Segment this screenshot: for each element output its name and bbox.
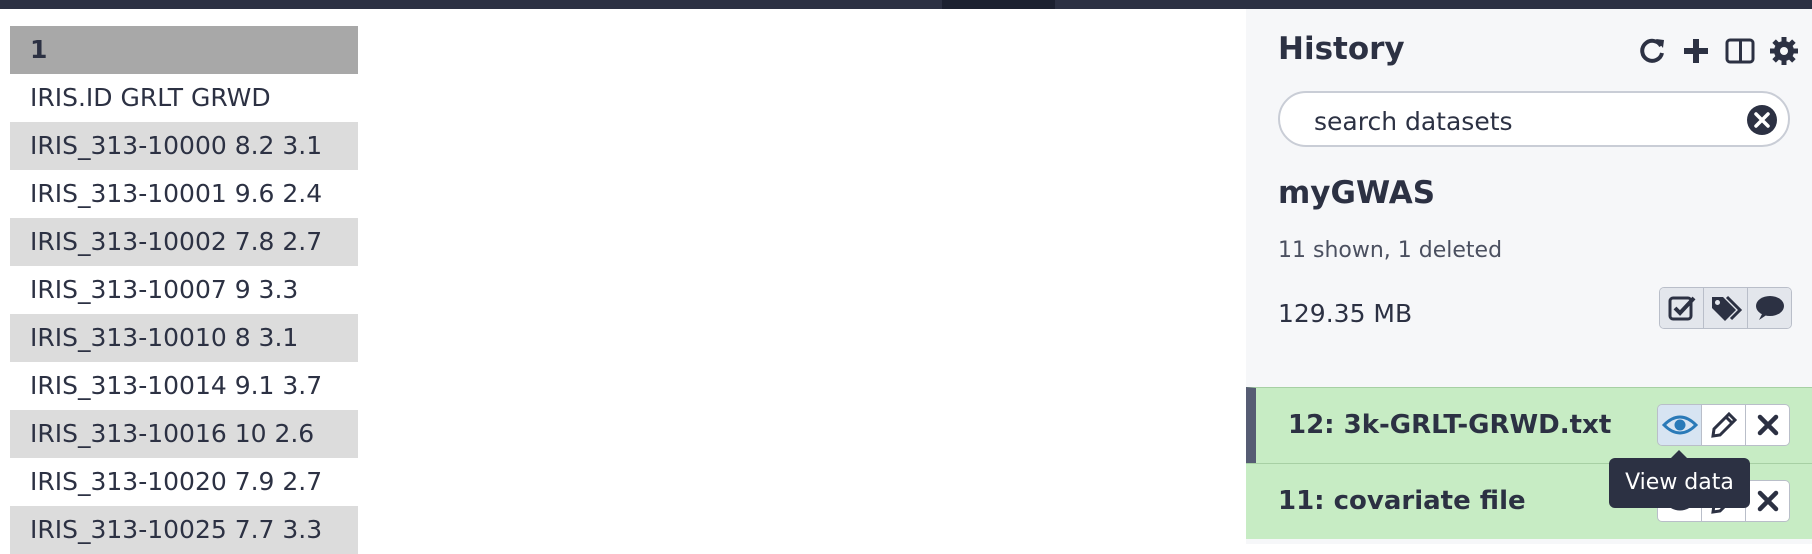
history-counts: 11 shown, 1 deleted	[1278, 238, 1503, 263]
table-row: IRIS_313-10020 7.9 2.7	[30, 467, 323, 496]
columns-icon[interactable]	[1724, 35, 1756, 67]
annotation-icon[interactable]	[1748, 288, 1791, 328]
table-row: IRIS_313-10010 8 3.1	[10, 314, 358, 362]
table-row: IRIS.ID GRLT GRWD	[30, 83, 271, 112]
table-header: 1	[10, 26, 358, 74]
tags-icon[interactable]	[1704, 288, 1748, 328]
gear-icon[interactable]	[1768, 35, 1800, 67]
pencil-icon[interactable]	[1702, 405, 1746, 445]
table-row: IRIS_313-10025 7.7 3.3	[10, 506, 358, 554]
history-actions	[1659, 287, 1792, 329]
search-datasets-field[interactable]	[1278, 91, 1790, 147]
refresh-icon[interactable]	[1636, 35, 1668, 67]
history-options	[1636, 35, 1800, 67]
masthead	[0, 0, 1812, 9]
clear-search-icon[interactable]	[1746, 104, 1778, 136]
table-row: IRIS_313-10000 8.2 3.1	[10, 122, 358, 170]
search-input[interactable]	[1312, 103, 1736, 139]
dataset-title[interactable]: 12: 3k-GRLT-GRWD.txt	[1288, 410, 1611, 440]
select-items-icon[interactable]	[1660, 288, 1704, 328]
delete-icon[interactable]	[1746, 481, 1789, 521]
dataset-item[interactable]: 12: 3k-GRLT-GRWD.txt	[1246, 387, 1812, 463]
dataset-title[interactable]: 11: covariate file	[1278, 486, 1526, 516]
table-row: IRIS_313-10001 9.6 2.4	[30, 179, 323, 208]
history-title: History	[1278, 31, 1405, 67]
table-row: IRIS_313-10002 7.8 2.7	[10, 218, 358, 266]
delete-icon[interactable]	[1746, 405, 1789, 445]
table-row: IRIS_313-10014 9.1 3.7	[30, 371, 323, 400]
eye-icon[interactable]	[1658, 405, 1702, 445]
plus-icon[interactable]	[1680, 35, 1712, 67]
table-row: IRIS_313-10016 10 2.6	[10, 410, 358, 458]
dataset-preview-table: 1 IRIS.ID GRLT GRWD IRIS_313-10000 8.2 3…	[10, 26, 358, 554]
history-name[interactable]: myGWAS	[1278, 175, 1435, 211]
history-size: 129.35 MB	[1278, 299, 1413, 328]
dataset-actions	[1657, 404, 1790, 446]
masthead-active-tab[interactable]	[942, 0, 1055, 9]
view-data-tooltip: View data	[1609, 450, 1750, 508]
table-row: IRIS_313-10007 9 3.3	[30, 275, 299, 304]
